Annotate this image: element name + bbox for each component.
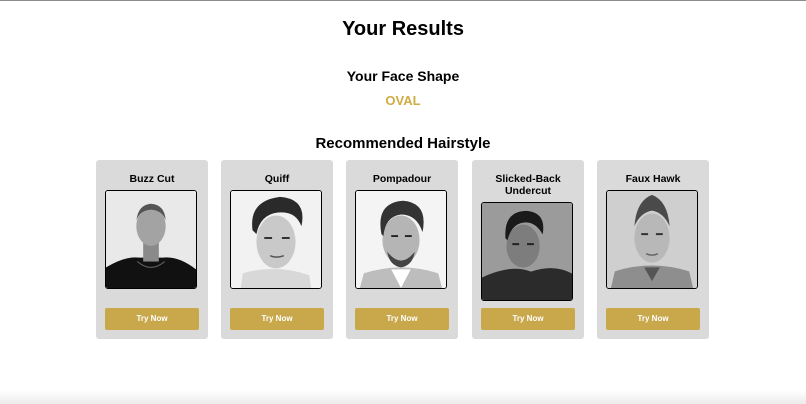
hairstyle-card-faux-hawk: Faux Hawk Try Now xyxy=(597,160,709,339)
bottom-shadow xyxy=(0,390,806,404)
face-shape-value: OVAL xyxy=(385,93,421,108)
hairstyle-card-slicked-back-undercut: Slicked-Back Undercut Try Now xyxy=(472,160,584,339)
hairstyle-name: Pompadour xyxy=(372,173,432,185)
try-now-button[interactable]: Try Now xyxy=(481,308,575,330)
recommended-heading: Recommended Hairstyle xyxy=(315,135,491,152)
hairstyle-photo xyxy=(355,190,447,289)
hairstyle-name: Faux Hawk xyxy=(625,173,681,185)
hairstyle-photo xyxy=(606,190,698,289)
try-now-button[interactable]: Try Now xyxy=(230,308,324,330)
top-border xyxy=(0,0,806,1)
face-shape-heading: Your Face Shape xyxy=(346,68,460,84)
try-now-button[interactable]: Try Now xyxy=(105,308,199,330)
hairstyle-card-pompadour: Pompadour Try Now xyxy=(346,160,458,339)
hairstyle-photo xyxy=(230,190,322,289)
hairstyle-photo xyxy=(105,190,197,289)
try-now-button[interactable]: Try Now xyxy=(606,308,700,330)
results-page: Your Results Your Face Shape OVAL Recomm… xyxy=(0,0,806,404)
hairstyle-name: Quiff xyxy=(264,173,290,185)
hairstyle-name: Slicked-Back Undercut xyxy=(495,173,561,197)
page-title: Your Results xyxy=(342,18,464,40)
hairstyle-card-quiff: Quiff Try Now xyxy=(221,160,333,339)
hairstyle-name: Buzz Cut xyxy=(129,173,175,185)
hairstyle-card-buzz-cut: Buzz Cut Try Now xyxy=(96,160,208,339)
hairstyle-photo xyxy=(481,202,573,301)
try-now-button[interactable]: Try Now xyxy=(355,308,449,330)
